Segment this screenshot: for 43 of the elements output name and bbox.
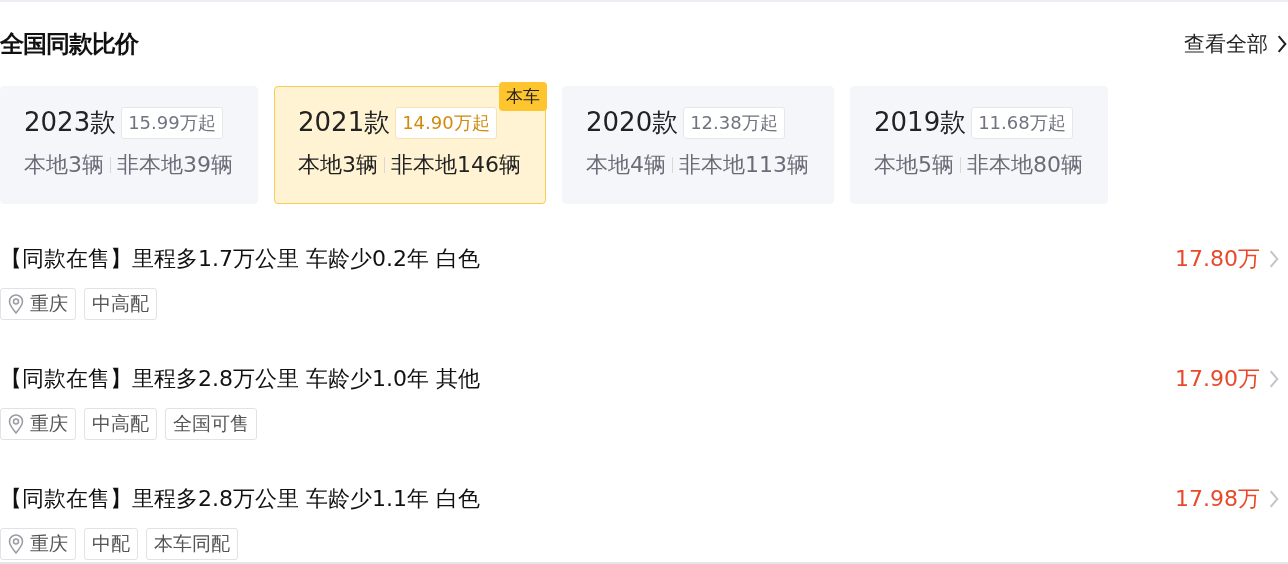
- location-pin-icon: [8, 414, 24, 434]
- listing-title[interactable]: 【同款在售】里程多2.8万公里 车龄少1.0年 其他: [0, 364, 480, 394]
- listing-title[interactable]: 【同款在售】里程多2.8万公里 车龄少1.1年 白色: [0, 484, 480, 514]
- chevron-icon: [1276, 34, 1288, 54]
- current-car-badge: 本车: [499, 82, 547, 111]
- chevron-icon: [1268, 369, 1280, 389]
- starting-price-tag: 15.99万起: [121, 106, 223, 139]
- tag: 中高配: [84, 288, 157, 320]
- nonlocal-count: 非本地39辆: [117, 151, 233, 179]
- starting-price-tag: 14.90万起: [395, 106, 497, 139]
- nonlocal-count: 非本地146辆: [391, 151, 521, 179]
- model-year: 2019款: [874, 106, 967, 139]
- local-count: 本地4辆: [586, 151, 666, 179]
- starting-price-tag: 11.68万起: [971, 106, 1073, 139]
- view-all-link[interactable]: 查看全部: [1184, 30, 1288, 58]
- location-tag: 重庆: [0, 408, 76, 440]
- model-year: 2023款: [24, 106, 117, 139]
- local-count: 本地3辆: [298, 151, 378, 179]
- tag: 中配: [84, 528, 138, 560]
- chevron-icon: [1268, 489, 1280, 509]
- location-tag: 重庆: [0, 288, 76, 320]
- nonlocal-count: 非本地80辆: [967, 151, 1083, 179]
- location-pin-icon: [8, 534, 24, 554]
- model-year: 2020款: [586, 106, 679, 139]
- local-count: 本地5辆: [874, 151, 954, 179]
- listing-price: 17.90万: [1175, 365, 1260, 393]
- tag: 本车同配: [146, 528, 238, 560]
- tag: 全国可售: [165, 408, 257, 440]
- section-title: 全国同款比价: [0, 29, 138, 60]
- location-pin-icon: [8, 294, 24, 314]
- model-year-card[interactable]: 2019款 11.68万起 本地5辆 非本地80辆: [850, 86, 1108, 204]
- model-year-card[interactable]: 2023款 15.99万起 本地3辆 非本地39辆: [0, 86, 258, 204]
- model-year: 2021款: [298, 106, 391, 139]
- chevron-icon: [1268, 249, 1280, 269]
- starting-price-tag: 12.38万起: [683, 106, 785, 139]
- listing-price: 17.80万: [1175, 245, 1260, 273]
- model-year-card[interactable]: 2020款 12.38万起 本地4辆 非本地113辆: [562, 86, 834, 204]
- local-count: 本地3辆: [24, 151, 104, 179]
- listing-title[interactable]: 【同款在售】里程多1.7万公里 车龄少0.2年 白色: [0, 244, 480, 274]
- nonlocal-count: 非本地113辆: [679, 151, 809, 179]
- tag: 中高配: [84, 408, 157, 440]
- listing-price: 17.98万: [1175, 485, 1260, 513]
- location-tag: 重庆: [0, 528, 76, 560]
